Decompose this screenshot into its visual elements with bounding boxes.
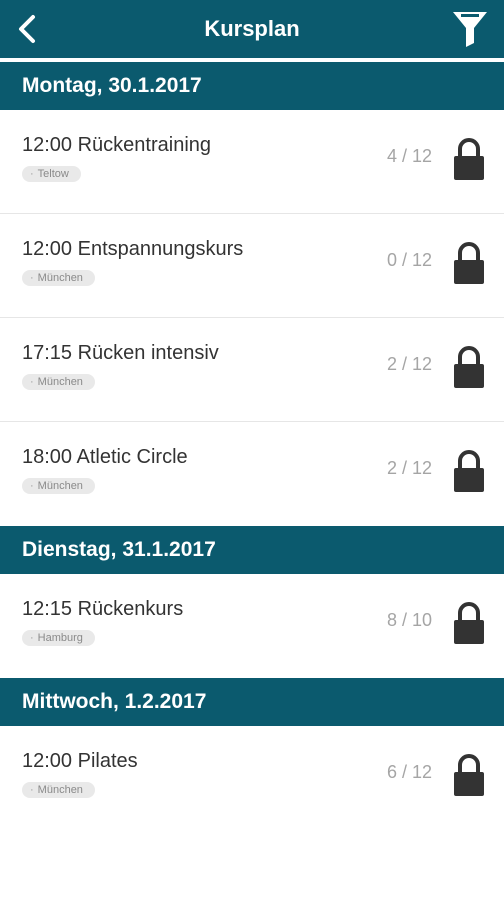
course-row[interactable]: 12:00 Entspannungskurs München 0 / 12 (0, 214, 504, 318)
participant-count: 6 / 12 (386, 762, 432, 782)
location-tag: München (22, 270, 95, 286)
location-tag: Hamburg (22, 630, 95, 646)
lock-icon[interactable] (452, 602, 486, 646)
course-row[interactable]: 17:15 Rücken intensiv München 2 / 12 (0, 318, 504, 422)
course-row[interactable]: 12:00 Rückentraining Teltow 4 / 12 (0, 110, 504, 214)
course-title: 12:00 Pilates (22, 750, 138, 772)
course-title: 12:15 Rückenkurs (22, 598, 184, 620)
location-tag: München (22, 374, 95, 390)
course-title: 17:15 Rücken intensiv (22, 342, 219, 364)
course-row[interactable]: 12:15 Rückenkurs Hamburg 8 / 10 (0, 574, 504, 678)
day-header: Mittwoch, 1.2.2017 (0, 678, 504, 726)
page-title: Kursplan (204, 16, 300, 41)
day-header: Dienstag, 31.1.2017 (0, 526, 504, 574)
course-title: 18:00 Atletic Circle (22, 446, 188, 468)
funnel-icon (453, 12, 487, 47)
course-row[interactable]: 18:00 Atletic Circle München 2 / 12 (0, 422, 504, 526)
participant-count: 4 / 12 (386, 146, 432, 166)
course-row[interactable]: 12:00 Pilates München 6 / 12 (0, 726, 504, 830)
lock-icon[interactable] (452, 242, 486, 286)
lock-icon[interactable] (452, 754, 486, 798)
lock-icon[interactable] (452, 346, 486, 390)
participant-count: 2 / 12 (386, 354, 432, 374)
filter-button[interactable] (450, 9, 490, 49)
course-title: 12:00 Rückentraining (22, 134, 212, 156)
lock-icon[interactable] (452, 450, 486, 494)
day-header: Montag, 30.1.2017 (0, 62, 504, 110)
top-bar: Kursplan (0, 0, 504, 58)
lock-icon[interactable] (452, 138, 486, 182)
location-tag: Teltow (22, 166, 81, 182)
participant-count: 2 / 12 (386, 458, 432, 478)
location-tag: München (22, 478, 95, 494)
location-tag: München (22, 782, 95, 798)
participant-count: 8 / 10 (386, 610, 432, 630)
participant-count: 0 / 12 (386, 250, 432, 270)
course-title: 12:00 Entspannungskurs (22, 238, 244, 260)
